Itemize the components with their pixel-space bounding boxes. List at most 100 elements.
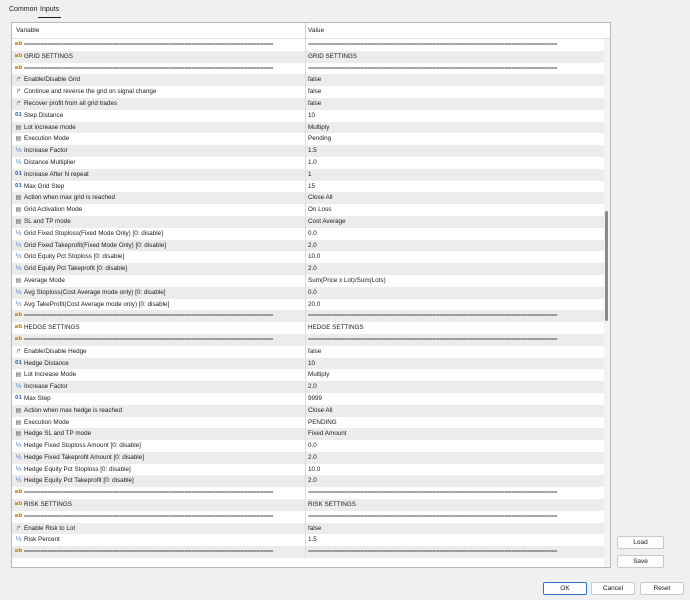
parameter-value[interactable]: Close All: [308, 192, 602, 204]
load-button[interactable]: Load: [617, 536, 664, 549]
parameter-value[interactable]: 1: [308, 169, 602, 181]
parameter-value[interactable]: Cost Average: [308, 216, 602, 228]
parameter-value[interactable]: 1.5: [308, 145, 602, 157]
parameter-value[interactable]: Sum(Price x Lot)/Sum(Lots): [308, 275, 602, 287]
parameter-row[interactable]: ab ======================================…: [12, 310, 604, 323]
parameter-row[interactable]: ↱ Enable/Disable Grid false: [12, 74, 604, 87]
parameter-value[interactable]: HEDGE SETTINGS: [308, 322, 602, 334]
parameter-row[interactable]: ▤ Average Mode Sum(Price x Lot)/Sum(Lots): [12, 274, 604, 287]
parameter-row[interactable]: ab ======================================…: [12, 510, 604, 523]
parameter-value[interactable]: Close All: [308, 405, 602, 417]
parameter-row[interactable]: ½ Increase Factor 2.0: [12, 381, 604, 393]
parameter-row[interactable]: ½ Increase Factor 1.5: [12, 145, 604, 157]
parameter-row[interactable]: ½ Grid Equity Pct Takeprofit [0: disable]…: [12, 263, 604, 275]
parameter-row[interactable]: ab ======================================…: [12, 62, 604, 75]
parameter-row[interactable]: ½ Hedge Equity Pct Takeprofit [0: disable…: [12, 475, 604, 488]
parameter-value[interactable]: 20.0: [308, 299, 602, 311]
parameter-row[interactable]: ab ======================================…: [12, 333, 604, 346]
parameter-value[interactable]: 2.0: [308, 452, 602, 464]
parameter-value[interactable]: RISK SETTINGS: [308, 499, 602, 511]
parameter-row[interactable]: ▤ Action when max hedge is reached Close A…: [12, 404, 604, 417]
column-header-value[interactable]: Value: [308, 23, 324, 39]
reset-button[interactable]: Reset: [640, 582, 684, 595]
parameter-value[interactable]: 9999: [308, 393, 602, 405]
save-button[interactable]: Save: [617, 555, 664, 568]
parameter-row[interactable]: 01 Max Grid Step 15: [12, 180, 604, 193]
parameter-row[interactable]: ½ Risk Percent 1.5: [12, 534, 604, 547]
parameter-row[interactable]: 01 Increase After N repeat 1: [12, 168, 604, 181]
parameter-value[interactable]: Multiply: [308, 122, 602, 134]
parameter-value[interactable]: 2.0: [308, 381, 602, 393]
parameter-row[interactable]: ½ Grid Fixed Stoploss(Fixed Mode Only) [0…: [12, 227, 604, 240]
parameter-value[interactable]: PENDING: [308, 417, 602, 429]
parameter-value[interactable]: 0.0: [308, 228, 602, 240]
parameter-row[interactable]: ▤ Execution Mode Pending: [12, 133, 604, 146]
parameter-row[interactable]: ab ======================================…: [12, 39, 604, 51]
parameter-value[interactable]: 1.0: [308, 157, 602, 169]
parameter-row[interactable]: ▤ Grid Activation Mode On Loss: [12, 204, 604, 216]
parameter-value[interactable]: 15: [308, 181, 602, 193]
parameter-value[interactable]: false: [308, 98, 602, 110]
parameter-value[interactable]: 10.0: [308, 464, 602, 476]
parameter-value[interactable]: ========================================…: [308, 39, 602, 51]
parameter-row[interactable]: ½ Distance Multiplier 1.0: [12, 156, 604, 169]
parameter-value[interactable]: 2.0: [308, 475, 602, 487]
parameter-row[interactable]: 01 Step Distance 10: [12, 109, 604, 122]
parameter-value[interactable]: ========================================…: [308, 487, 602, 499]
parameter-value[interactable]: 0.0: [308, 440, 602, 452]
parameter-row[interactable]: ▤ Lot Increase Mode Multiply: [12, 369, 604, 382]
parameter-value[interactable]: 0.0: [308, 287, 602, 299]
parameter-value[interactable]: Fixed Amount: [308, 428, 602, 440]
parameter-row[interactable]: ½ Hedge Fixed Takeprofit Amount [0: disab…: [12, 451, 604, 464]
parameter-row[interactable]: ↱ Continue and reverse the grid on signal…: [12, 86, 604, 98]
parameter-row[interactable]: ▤ Action when max grid is reached Close Al…: [12, 192, 604, 205]
parameter-value[interactable]: ========================================…: [308, 546, 602, 558]
parameter-value[interactable]: false: [308, 346, 602, 358]
parameter-row[interactable]: ½ Avg TakeProfit(Cost Average mode only) …: [12, 298, 604, 311]
parameter-value[interactable]: 10.0: [308, 251, 602, 263]
parameter-row[interactable]: ▤ SL and TP mode Cost Average: [12, 215, 604, 228]
parameter-value[interactable]: Multiply: [308, 369, 602, 381]
parameter-row[interactable]: 01 Max Step 9999: [12, 392, 604, 405]
parameter-row[interactable]: ab ======================================…: [12, 546, 604, 559]
parameter-row[interactable]: ↱ Enable Risk to Lot false: [12, 522, 604, 535]
parameter-row[interactable]: ab GRID SETTINGS GRID SETTINGS: [12, 50, 604, 63]
parameter-row[interactable]: ½ Grid Equity Pct Stoploss [0: disable] 10…: [12, 251, 604, 264]
tab-common[interactable]: Common: [7, 4, 39, 18]
parameter-value[interactable]: On Loss: [308, 204, 602, 216]
parameter-row[interactable]: ▤ Lot increase mode Multiply: [12, 121, 604, 134]
parameter-row[interactable]: ab HEDGE SETTINGS HEDGE SETTINGS: [12, 322, 604, 334]
parameter-row[interactable]: 01 Hedge Distance 10: [12, 357, 604, 370]
parameter-row[interactable]: ▤ Hedge SL and TP mode Fixed Amount: [12, 428, 604, 441]
column-divider[interactable]: [305, 23, 306, 39]
parameter-value[interactable]: 10: [308, 358, 602, 370]
parameter-value[interactable]: ========================================…: [308, 511, 602, 523]
cancel-button[interactable]: Cancel: [591, 582, 635, 595]
parameter-row[interactable]: ½ Hedge Fixed Stoploss Amount [0: disable…: [12, 440, 604, 452]
parameter-value[interactable]: Pending: [308, 133, 602, 145]
parameter-row[interactable]: ↱ Enable/Disable Hedge false: [12, 345, 604, 358]
vertical-scrollbar[interactable]: [604, 39, 610, 567]
parameter-value[interactable]: ========================================…: [308, 63, 602, 75]
parameter-value[interactable]: false: [308, 523, 602, 535]
parameter-row[interactable]: ab ======================================…: [12, 487, 604, 500]
parameter-value[interactable]: false: [308, 86, 602, 98]
parameter-value[interactable]: 2.0: [308, 263, 602, 275]
parameter-row[interactable]: ½ Grid Fixed Takeprofit(Fixed Mode Only) …: [12, 239, 604, 252]
column-header-variable[interactable]: Variable: [16, 23, 39, 39]
parameter-value[interactable]: GRID SETTINGS: [308, 51, 602, 63]
scrollbar-thumb[interactable]: [605, 211, 608, 321]
ok-button[interactable]: OK: [543, 582, 587, 595]
parameter-row[interactable]: ½ Avg Stoploss(Cost Average mode only) [0…: [12, 286, 604, 299]
parameter-value[interactable]: ========================================…: [308, 334, 602, 346]
parameter-value[interactable]: 10: [308, 110, 602, 122]
parameter-row[interactable]: ½ Hedge Equity Pct Stoploss [0: disable] 1…: [12, 463, 604, 476]
parameter-value[interactable]: 1.5: [308, 534, 602, 546]
parameter-value[interactable]: false: [308, 74, 602, 86]
parameter-row[interactable]: ↱ Recover profit from all grid trades fals…: [12, 97, 604, 110]
tab-inputs[interactable]: Inputs: [38, 4, 62, 18]
parameter-value[interactable]: ========================================…: [308, 310, 602, 322]
parameter-row[interactable]: ab RISK SETTINGS RISK SETTINGS: [12, 499, 604, 511]
parameter-value[interactable]: 2.0: [308, 240, 602, 252]
parameter-row[interactable]: ▤ Execution Mode PENDING: [12, 416, 604, 429]
